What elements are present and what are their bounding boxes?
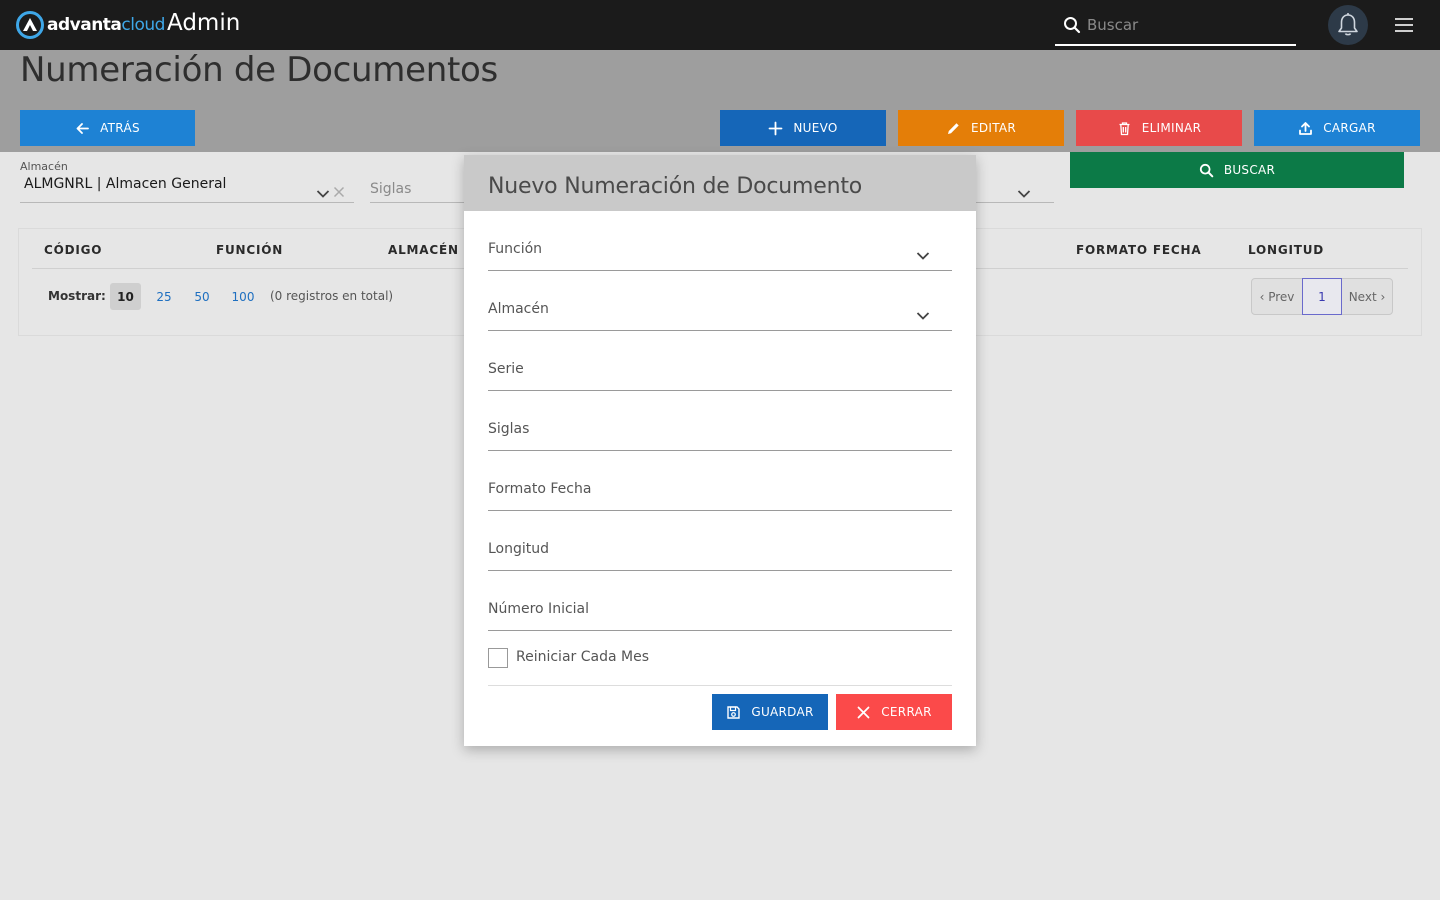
back-button-label: ATRÁS [100,121,140,135]
modal-title: Nuevo Numeración de Documento [488,174,863,199]
serie-field[interactable]: Serie [488,361,952,391]
page-size-option[interactable]: 10 [110,283,141,310]
siglas-field-label: Siglas [488,421,530,437]
chevron-down-icon [916,312,930,320]
new-button[interactable]: NUEVO [720,110,886,146]
column-header-funcion[interactable]: FUNCIÓN [216,243,283,257]
new-document-numbering-modal: Nuevo Numeración de Documento Función Al… [464,155,976,746]
numero-inicial-field-label: Número Inicial [488,601,590,617]
trash-icon [1119,121,1130,135]
siglas-field[interactable]: Siglas [488,421,952,451]
search-icon [1064,17,1081,34]
numero-inicial-field[interactable]: Número Inicial [488,601,952,631]
chevron-down-icon[interactable] [316,189,330,199]
siglas-filter-input[interactable]: Siglas [370,181,411,197]
funcion-select-label: Función [488,241,543,257]
brand-logo[interactable]: advantacloud [16,11,165,39]
page-size-option[interactable]: 25 [150,283,178,310]
edit-button[interactable]: EDITAR [898,110,1064,146]
clear-icon[interactable] [333,186,345,198]
new-button-label: NUEVO [793,121,838,135]
reiniciar-cada-mes-label[interactable]: Reiniciar Cada Mes [516,649,649,665]
floppy-disk-icon [727,705,741,719]
search-icon [1199,163,1214,177]
close-button-label: CERRAR [881,705,932,719]
pagination-next[interactable]: Next › [1342,279,1392,314]
almacen-select-label: Almacén [488,301,549,317]
arrow-left-icon [76,122,89,134]
logo-icon [16,11,44,39]
column-header-formato-fecha[interactable]: FORMATO FECHA [1076,243,1201,257]
search-button[interactable]: BUSCAR [1070,152,1404,188]
longitud-field-label: Longitud [488,541,550,557]
hamburger-menu-icon[interactable] [1392,15,1416,35]
warehouse-filter-value[interactable]: ALMGNRL | Almacen General [24,176,226,192]
upload-button[interactable]: CARGAR [1254,110,1420,146]
delete-button-label: ELIMINAR [1141,121,1202,135]
warehouse-filter-underline [20,202,354,203]
search-input[interactable] [1087,12,1287,38]
reiniciar-cada-mes-checkbox[interactable] [488,648,508,668]
delete-button[interactable]: ELIMINAR [1076,110,1242,146]
bell-icon [1338,13,1358,36]
pagination-prev[interactable]: ‹ Prev [1252,279,1302,314]
top-bar: advantacloud Admin [0,0,1440,50]
formato-fecha-field[interactable]: Formato Fecha [488,481,952,511]
notifications-button[interactable] [1328,5,1368,45]
third-filter-underline [976,202,1054,203]
upload-icon [1299,121,1313,135]
edit-button-label: EDITAR [970,121,1017,135]
modal-header: Nuevo Numeración de Documento [464,155,976,211]
modal-footer-divider [488,685,952,686]
pagination-current-page[interactable]: 1 [1302,278,1342,315]
global-search [1055,8,1296,46]
back-button[interactable]: ATRÁS [20,110,195,146]
save-button[interactable]: GUARDAR [712,694,828,730]
search-button-label: BUSCAR [1223,163,1276,177]
logo-text: advantacloud [47,15,165,35]
serie-field-label: Serie [488,361,524,377]
chevron-down-icon [916,252,930,260]
column-header-longitud[interactable]: LONGITUD [1248,243,1324,257]
upload-button-label: CARGAR [1323,121,1376,135]
chevron-down-icon[interactable] [1017,189,1031,199]
app-title: Admin [167,10,241,36]
close-icon [857,706,870,718]
page-size-option[interactable]: 50 [188,283,216,310]
pagination: ‹ Prev 1 Next › [1251,278,1393,315]
longitud-field[interactable]: Longitud [488,541,952,571]
save-button-label: GUARDAR [751,705,814,719]
column-header-almacen[interactable]: ALMACÉN [388,243,459,257]
almacen-select[interactable]: Almacén [488,301,952,331]
warehouse-filter-label: Almacén [20,160,68,173]
plus-icon [768,121,783,135]
total-records-text: (0 registros en total) [270,289,394,303]
siglas-filter-underline [370,202,464,203]
page-size-option[interactable]: 100 [226,283,260,310]
page-size-label: Mostrar: [48,289,106,303]
column-header-codigo[interactable]: CÓDIGO [44,243,102,257]
close-button[interactable]: CERRAR [836,694,952,730]
pencil-icon [947,122,959,134]
page-title: Numeración de Documentos [20,50,498,90]
formato-fecha-field-label: Formato Fecha [488,481,592,497]
funcion-select[interactable]: Función [488,241,952,271]
